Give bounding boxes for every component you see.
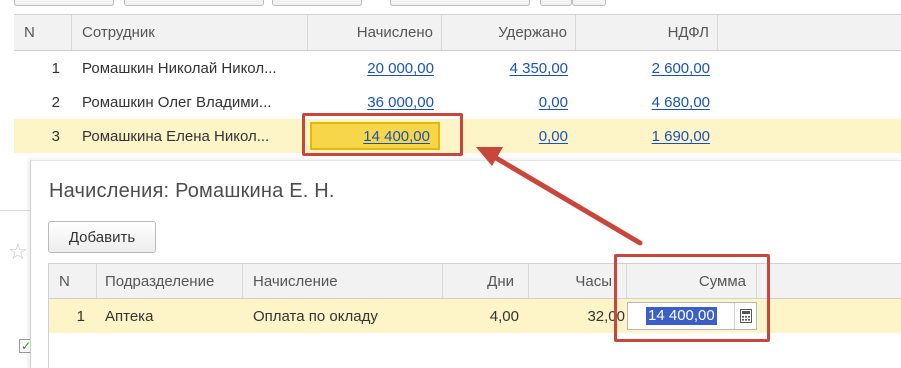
column-header-hours[interactable]: Часы	[529, 264, 627, 298]
add-button[interactable]: Добавить	[48, 221, 156, 253]
accruals-detail-form: Начисления: Ромашкина Е. Н. Добавить N П…	[30, 160, 901, 368]
toolbar-button-stub[interactable]	[572, 0, 606, 6]
days-cell[interactable]: 4,00	[443, 299, 529, 333]
employee-name: Ромашкин Николай Никол...	[82, 59, 277, 77]
employees-table-header: N Сотрудник Начислено Удержано НДФЛ	[14, 14, 901, 51]
department-cell[interactable]: Аптека	[97, 299, 243, 333]
row-number: 3	[51, 127, 60, 145]
column-header-employee[interactable]: Сотрудник	[72, 15, 308, 50]
column-header-withheld[interactable]: Удержано	[442, 15, 576, 50]
table-row[interactable]: 1 Аптека Оплата по окладу 4,00 32,00 14 …	[49, 299, 901, 333]
column-header-tax[interactable]: НДФЛ	[576, 15, 718, 50]
toolbar-button-stub[interactable]	[14, 0, 114, 6]
form-title: Начисления: Ромашкина Е. Н.	[49, 180, 335, 202]
toolbar-button-stub[interactable]	[272, 0, 362, 6]
column-header-accrued[interactable]: Начислено	[308, 15, 442, 50]
column-header-n[interactable]: N	[49, 264, 97, 298]
toolbar-button-stub[interactable]	[390, 0, 530, 6]
row-number: 1	[51, 59, 60, 77]
employee-name: Ромашкин Олег Владими...	[82, 93, 272, 111]
accrued-link[interactable]: 20 000,00	[367, 60, 434, 77]
annotation-box-accrued	[302, 113, 463, 156]
accruals-detail-table: N Подразделение Начисление Дни Часы Сумм…	[48, 263, 901, 368]
column-header-n[interactable]: N	[14, 15, 72, 50]
column-header-department[interactable]: Подразделение	[97, 264, 243, 298]
hours-cell[interactable]: 32,00	[529, 299, 627, 333]
employee-name: Ромашкина Елена Никол...	[82, 127, 270, 145]
tax-link[interactable]: 2 600,00	[652, 60, 710, 77]
column-header-accrual[interactable]: Начисление	[243, 264, 443, 298]
tax-link[interactable]: 4 680,00	[652, 94, 710, 111]
withheld-link[interactable]: 0,00	[539, 128, 568, 145]
row-number: 2	[51, 93, 60, 111]
toolbar-button-stub[interactable]	[124, 0, 264, 6]
star-icon[interactable]: ☆	[8, 239, 28, 265]
annotation-box-sum	[614, 254, 770, 342]
table-row[interactable]: 1 Ромашкин Николай Никол... 20 000,00 4 …	[14, 51, 901, 85]
background-window: ☆ ✓	[0, 210, 33, 368]
toolbar-button-stub[interactable]	[540, 0, 572, 6]
withheld-link[interactable]: 4 350,00	[510, 60, 568, 77]
accrued-link[interactable]: 36 000,00	[367, 94, 434, 111]
tax-link[interactable]: 1 690,00	[652, 128, 710, 145]
row-number: 1	[76, 307, 85, 325]
accruals-table-header: N Подразделение Начисление Дни Часы Сумм…	[49, 263, 901, 299]
accrual-cell[interactable]: Оплата по окладу	[243, 299, 443, 333]
column-header-days[interactable]: Дни	[443, 264, 529, 298]
withheld-link[interactable]: 0,00	[539, 94, 568, 111]
